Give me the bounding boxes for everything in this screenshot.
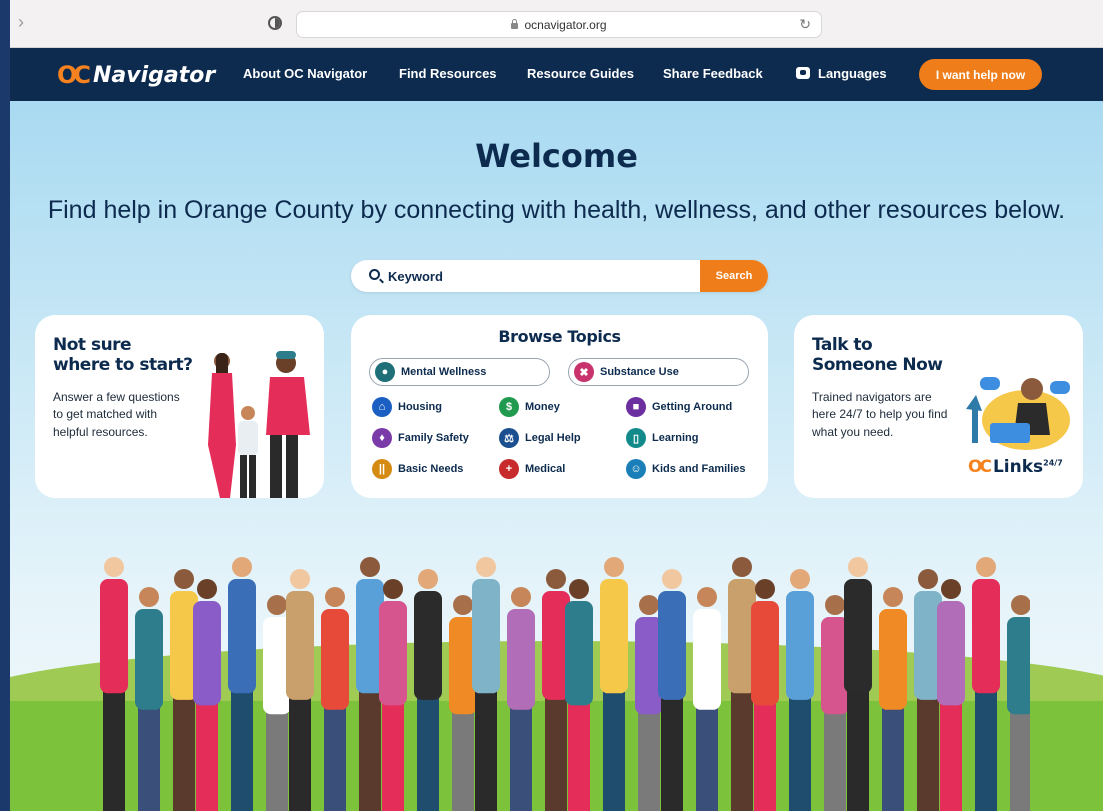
crowd-person bbox=[658, 569, 686, 811]
topic-label: Legal Help bbox=[525, 432, 581, 444]
keyword-search-input[interactable] bbox=[388, 260, 688, 292]
links-logo-sup: 24/7 bbox=[1043, 458, 1063, 468]
crowd-person bbox=[937, 579, 965, 811]
house-icon: ⌂ bbox=[372, 397, 392, 417]
crowd-person bbox=[286, 569, 314, 811]
url-text: ocnavigator.org bbox=[524, 17, 607, 32]
family-illustration bbox=[208, 351, 310, 498]
topic-learning[interactable]: ▯ Learning bbox=[626, 428, 698, 448]
book-icon: ▯ bbox=[626, 428, 646, 448]
browser-toolbar: › ocnavigator.org ↻ bbox=[10, 0, 1103, 48]
oc-navigator-logo[interactable]: OC Navigator bbox=[57, 58, 215, 92]
topic-medical[interactable]: + Medical bbox=[499, 459, 565, 479]
topic-housing[interactable]: ⌂ Housing bbox=[372, 397, 442, 417]
topic-label: Family Safety bbox=[398, 432, 469, 444]
logo-text: Navigator bbox=[93, 62, 216, 88]
browse-topics-title: Browse Topics bbox=[498, 327, 621, 346]
crowd-person bbox=[321, 587, 349, 811]
nav-find-resources[interactable]: Find Resources bbox=[399, 66, 497, 81]
links-logo-text: Links bbox=[992, 457, 1044, 477]
topic-label: Basic Needs bbox=[398, 463, 464, 475]
topic-label: Kids and Families bbox=[652, 463, 746, 475]
nav-share-feedback[interactable]: Share Feedback bbox=[663, 66, 763, 81]
start-card-body: Answer a few questions to get matched wi… bbox=[53, 390, 180, 439]
reload-icon[interactable]: ↻ bbox=[799, 16, 811, 33]
nav-resource-guides[interactable]: Resource Guides bbox=[527, 66, 634, 81]
talk-card-body: Trained navigators are here 24/7 to help… bbox=[812, 390, 948, 439]
pills-icon: ✖ bbox=[574, 362, 594, 382]
shield-icon: ♦ bbox=[372, 428, 392, 448]
crowd-person bbox=[1007, 595, 1030, 811]
talk-card-title: Talk to Someone Now bbox=[812, 335, 943, 376]
crowd-person bbox=[507, 587, 535, 811]
hero-section: Welcome Find help in Orange County by co… bbox=[10, 101, 1103, 811]
logo-mark: OC bbox=[968, 457, 992, 477]
topic-label: Money bbox=[525, 401, 560, 413]
utensils-icon: || bbox=[372, 459, 392, 479]
oc-links-logo: OC Links24/7 bbox=[968, 457, 1063, 477]
child-icon: ☺ bbox=[626, 459, 646, 479]
browse-topics-card: Browse Topics ● Mental Wellness ✖ Substa… bbox=[351, 315, 768, 498]
start-card[interactable]: Not sure where to start? Answer a few qu… bbox=[35, 315, 324, 498]
crowd-person bbox=[693, 587, 721, 811]
start-card-title: Not sure where to start? bbox=[53, 335, 193, 376]
navigator-headset-illustration bbox=[966, 377, 1070, 450]
bus-icon: ■ bbox=[626, 397, 646, 417]
crowd-person bbox=[786, 569, 814, 811]
topic-label: Mental Wellness bbox=[401, 366, 487, 378]
talk-card[interactable]: Talk to Someone Now Trained navigators a… bbox=[794, 315, 1083, 498]
site-header: OC Navigator About OC Navigator Find Res… bbox=[10, 48, 1103, 101]
topic-substance-use[interactable]: ✖ Substance Use bbox=[568, 358, 749, 386]
topic-label: Housing bbox=[398, 401, 442, 413]
nav-about[interactable]: About OC Navigator bbox=[243, 66, 367, 81]
topic-getting-around[interactable]: ■ Getting Around bbox=[626, 397, 732, 417]
back-icon[interactable]: › bbox=[18, 12, 24, 33]
community-crowd-illustration bbox=[100, 557, 1030, 811]
topic-label: Medical bbox=[525, 463, 566, 475]
crowd-person bbox=[228, 557, 256, 811]
crowd-person bbox=[751, 579, 779, 811]
crowd-person bbox=[472, 557, 500, 811]
crowd-person bbox=[414, 569, 442, 811]
lock-icon bbox=[511, 18, 519, 29]
topic-label: Getting Around bbox=[652, 401, 733, 413]
logo-mark: OC bbox=[57, 61, 91, 89]
scales-icon: ⚖ bbox=[499, 428, 519, 448]
crowd-person bbox=[600, 557, 628, 811]
topic-money[interactable]: $ Money bbox=[499, 397, 560, 417]
search-button[interactable]: Search bbox=[700, 260, 768, 292]
search-icon bbox=[369, 269, 380, 280]
crowd-person bbox=[565, 579, 593, 811]
topic-legal-help[interactable]: ⚖ Legal Help bbox=[499, 428, 581, 448]
topic-family-safety[interactable]: ♦ Family Safety bbox=[372, 428, 469, 448]
nav-languages[interactable]: Languages bbox=[796, 66, 887, 81]
page-subtitle: Find help in Orange County by connecting… bbox=[47, 196, 1066, 224]
head-icon: ● bbox=[375, 362, 395, 382]
crowd-person bbox=[844, 557, 872, 811]
search-bar: Search bbox=[351, 260, 768, 292]
crowd-person bbox=[193, 579, 221, 811]
topic-kids-and-families[interactable]: ☺ Kids and Families bbox=[626, 459, 746, 479]
cross-icon: + bbox=[499, 459, 519, 479]
nav-languages-label: Languages bbox=[818, 66, 887, 81]
crowd-person bbox=[100, 557, 128, 811]
crowd-person bbox=[379, 579, 407, 811]
address-bar[interactable]: ocnavigator.org ↻ bbox=[296, 11, 822, 38]
privacy-shield-icon[interactable] bbox=[268, 16, 282, 30]
crowd-person bbox=[879, 587, 907, 811]
topic-basic-needs[interactable]: || Basic Needs bbox=[372, 459, 463, 479]
speech-bubble-icon bbox=[796, 67, 810, 79]
dollar-icon: $ bbox=[499, 397, 519, 417]
help-now-button[interactable]: I want help now bbox=[919, 59, 1042, 90]
page-title: Welcome bbox=[475, 137, 638, 175]
topic-mental-wellness[interactable]: ● Mental Wellness bbox=[369, 358, 550, 386]
topic-label: Substance Use bbox=[600, 366, 679, 378]
crowd-person bbox=[972, 557, 1000, 811]
topic-label: Learning bbox=[652, 432, 699, 444]
crowd-person bbox=[135, 587, 163, 811]
